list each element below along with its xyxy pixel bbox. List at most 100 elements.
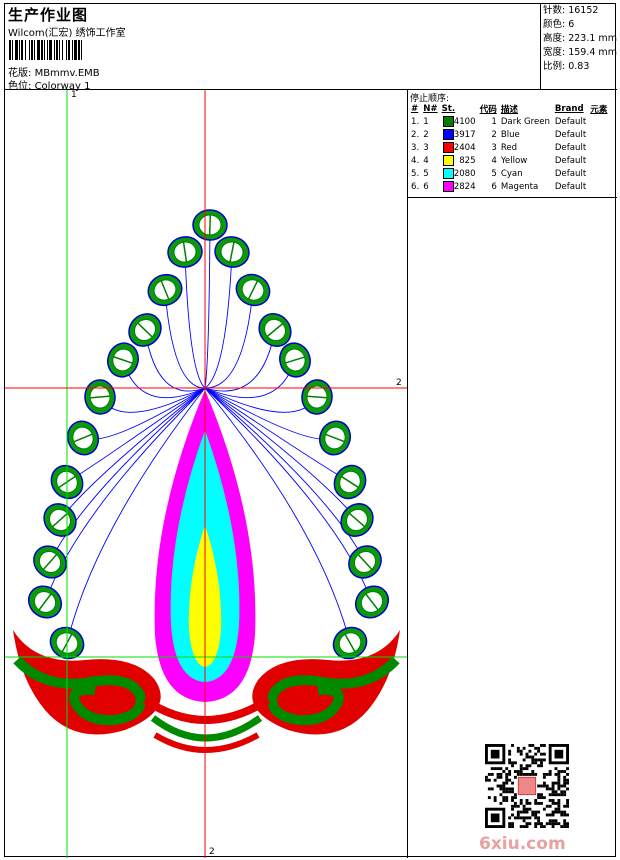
stop-sequence-panel: 停止顺序: # N# St. 代码 描述 Brand 元素 1. 1 4100 1 Da… bbox=[408, 90, 617, 198]
stop-element bbox=[588, 115, 609, 128]
guide-label-top: 1 bbox=[71, 90, 77, 100]
stop-element bbox=[588, 154, 609, 167]
feather-eye bbox=[66, 420, 100, 456]
production-sheet: 生产作业图 Wilcom(汇宏) 绣饰工作室 花版: MBmmv.EMB 色位:… bbox=[4, 3, 617, 858]
feather-eye bbox=[27, 585, 63, 619]
company-name: Wilcom(汇宏) 绣饰工作室 bbox=[8, 28, 126, 39]
feather-eye bbox=[167, 236, 203, 268]
stop-stitches: 2080 bbox=[440, 167, 478, 180]
guide-label-bottom: 2 bbox=[209, 847, 215, 857]
barcode-icon bbox=[9, 40, 82, 60]
feather-eye bbox=[214, 236, 250, 268]
stop-stitches: 2824 bbox=[440, 180, 478, 193]
design-stats: 针数: 16152 颜色: 6 高度: 223.1 mm 宽度: 159.4 m… bbox=[541, 4, 617, 90]
stitch-value: 4100 bbox=[453, 117, 476, 127]
stitch-value: 3917 bbox=[453, 130, 476, 140]
stitch-value: 825 bbox=[459, 156, 476, 166]
feather-eye bbox=[348, 545, 382, 579]
stop-description: Cyan bbox=[500, 168, 523, 179]
feather-eye bbox=[147, 273, 183, 307]
stop-row: 2. 2 3917 2 Blue Default bbox=[409, 128, 609, 141]
stop-brand: Default bbox=[554, 155, 587, 166]
col-stitches: St. bbox=[441, 104, 456, 114]
stop-element bbox=[588, 141, 609, 154]
feather-eye bbox=[354, 585, 390, 619]
sheet-header: 生产作业图 Wilcom(汇宏) 绣饰工作室 花版: MBmmv.EMB 色位:… bbox=[5, 4, 541, 92]
stop-row: 6. 6 2824 6 Magenta Default bbox=[409, 180, 609, 193]
stop-code: 6 bbox=[491, 181, 497, 192]
color-swatch bbox=[442, 168, 454, 179]
stop-needle: 6 bbox=[423, 181, 429, 192]
stop-needle: 3 bbox=[423, 142, 429, 153]
stop-description: Magenta bbox=[500, 181, 539, 192]
feather-eye bbox=[192, 209, 228, 241]
col-description: 描述 bbox=[500, 105, 519, 115]
feather-eye bbox=[235, 273, 271, 307]
feather-eye bbox=[43, 503, 77, 537]
stop-description: Red bbox=[500, 142, 518, 153]
stop-brand: Default bbox=[554, 168, 587, 179]
stop-index: 6. bbox=[411, 181, 420, 192]
stop-code: 2 bbox=[491, 129, 497, 140]
stop-code: 5 bbox=[491, 168, 497, 179]
stop-row: 5. 5 2080 5 Cyan Default bbox=[409, 167, 609, 180]
stop-brand: Default bbox=[554, 129, 587, 140]
embroidery-design bbox=[5, 90, 407, 858]
stop-element bbox=[588, 167, 609, 180]
stop-needle: 1 bbox=[423, 116, 429, 127]
stop-row: 3. 3 2404 3 Red Default bbox=[409, 141, 609, 154]
stop-row: 1. 1 4100 1 Dark Green Default bbox=[409, 115, 609, 128]
stop-brand: Default bbox=[554, 142, 587, 153]
color-swatch bbox=[442, 181, 454, 192]
stop-needle: 5 bbox=[423, 168, 429, 179]
stop-needle: 2 bbox=[423, 129, 429, 140]
stop-stitches: 825 bbox=[440, 154, 478, 167]
stop-index: 3. bbox=[411, 142, 420, 153]
stop-code: 1 bbox=[491, 116, 497, 127]
stop-description: Dark Green bbox=[500, 116, 550, 127]
col-code: 代码 bbox=[479, 105, 497, 115]
feather-eye bbox=[333, 464, 367, 500]
stop-element bbox=[588, 128, 609, 141]
stop-row: 4. 4 825 4 Yellow Default bbox=[409, 154, 609, 167]
color-swatch bbox=[442, 142, 454, 153]
stop-index: 1. bbox=[411, 116, 420, 127]
color-swatch bbox=[442, 116, 454, 127]
col-needle: N# bbox=[423, 104, 438, 114]
stop-element bbox=[588, 180, 609, 193]
stop-needle: 4 bbox=[423, 155, 429, 166]
stop-stitches: 2404 bbox=[440, 141, 478, 154]
feather-eye bbox=[340, 503, 374, 537]
design-scale: 比例: 0.83 bbox=[543, 61, 590, 72]
color-count: 颜色: 6 bbox=[543, 19, 575, 30]
qr-code-icon bbox=[485, 744, 569, 828]
col-index: # bbox=[411, 104, 419, 114]
stop-description: Yellow bbox=[500, 155, 528, 166]
stitch-value: 2080 bbox=[453, 169, 476, 179]
embroidery-preview: 1 2 2 bbox=[5, 90, 408, 858]
stop-stitches: 3917 bbox=[440, 128, 478, 141]
design-width: 宽度: 159.4 mm bbox=[543, 47, 617, 58]
stop-index: 5. bbox=[411, 168, 420, 179]
color-swatch bbox=[442, 129, 454, 140]
col-element: 元素 bbox=[590, 105, 608, 115]
color-swatch bbox=[442, 155, 454, 166]
stop-index: 2. bbox=[411, 129, 420, 140]
stop-brand: Default bbox=[554, 181, 587, 192]
stitch-count: 针数: 16152 bbox=[543, 5, 599, 16]
design-height: 高度: 223.1 mm bbox=[543, 33, 617, 44]
guide-label-right: 2 bbox=[396, 378, 402, 388]
stop-stitches: 4100 bbox=[440, 115, 478, 128]
col-brand: Brand bbox=[554, 104, 584, 114]
feather-eye bbox=[301, 379, 333, 415]
feather-eye bbox=[318, 420, 352, 456]
stitch-value: 2824 bbox=[453, 182, 476, 192]
sheet-title: 生产作业图 bbox=[8, 6, 89, 24]
stop-code: 4 bbox=[491, 155, 497, 166]
stop-code: 3 bbox=[491, 142, 497, 153]
stop-description: Blue bbox=[500, 129, 520, 140]
stop-brand: Default bbox=[554, 116, 587, 127]
watermark: 6xiu.com bbox=[479, 834, 566, 854]
stop-sequence-table: # N# St. 代码 描述 Brand 元素 1. 1 4100 1 Dark Gre… bbox=[409, 103, 609, 193]
feather-eye bbox=[84, 379, 116, 415]
